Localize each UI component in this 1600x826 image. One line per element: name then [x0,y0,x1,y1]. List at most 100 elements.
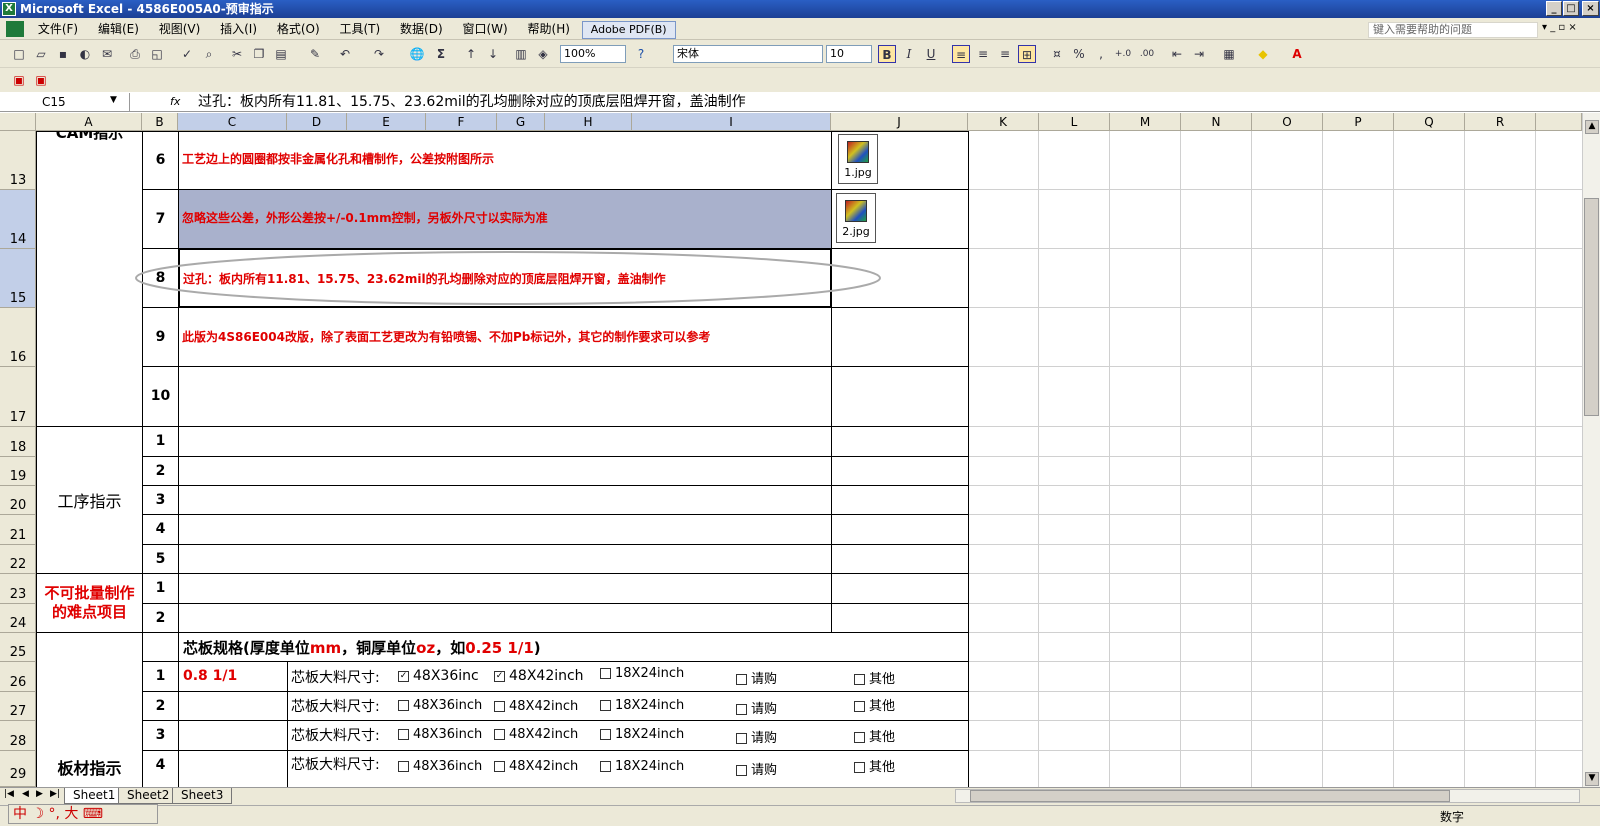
option-other[interactable]: 其他 [854,726,895,745]
worksheet-grid[interactable]: A B C D E F G H I J K L M N O P Q R 13 1… [0,113,1582,787]
process-note-cell[interactable] [831,456,969,486]
row-header[interactable]: 14 [0,190,36,249]
row-header[interactable]: 19 [0,457,36,486]
col-header-o[interactable]: O [1252,113,1323,131]
checkbox-icon[interactable] [398,729,409,740]
col-header-n[interactable]: N [1181,113,1252,131]
option-purchase[interactable]: 请购 [736,668,777,687]
increase-indent-icon[interactable]: ⇥ [1190,45,1208,63]
pdf-convert-icon[interactable]: ▣ [10,71,28,89]
menu-insert[interactable]: 插入(I) [212,18,265,40]
option-purchase[interactable]: 请购 [736,759,777,778]
difficult-note-cell[interactable] [831,573,969,604]
option-48x36[interactable]: ✓ 48X36inc [398,668,479,684]
menu-tools[interactable]: 工具(T) [332,18,389,40]
board-header-number-cell[interactable] [142,632,179,662]
section-difficult[interactable]: 不可批量制作的难点项目 [36,573,143,633]
difficult-item-cell[interactable] [178,603,832,633]
chevron-down-icon[interactable]: ▼ [110,95,117,105]
row-header[interactable]: 18 [0,427,36,457]
cam-item-text[interactable]: 工艺边上的圆圈都按非金属化孔和槽制作，公差按附图所示 [178,131,832,190]
option-48x42[interactable]: 48X42inch [494,727,578,742]
underline-button[interactable]: U [922,45,940,63]
checkbox-icon[interactable] [736,733,747,744]
col-header-k[interactable]: K [968,113,1039,131]
board-spec-cell[interactable] [178,691,288,721]
section-board[interactable]: 板材指示 [36,632,143,787]
col-header-e[interactable]: E [347,113,426,131]
chart-wizard-icon[interactable]: ▥ [512,45,530,63]
board-spec-cell[interactable] [178,720,288,751]
row-header[interactable]: 17 [0,367,36,427]
decrease-decimal-icon[interactable]: .00 [1138,45,1156,63]
checkbox-icon[interactable] [600,729,611,740]
row-header[interactable]: 20 [0,486,36,515]
checkbox-icon[interactable] [854,762,865,773]
checkbox-icon[interactable] [736,765,747,776]
item-number[interactable]: 10 [142,366,179,427]
row-header[interactable]: 22 [0,545,36,574]
ime-toolbar[interactable]: 中 ☽ °, 大 ⌨ [8,804,158,824]
option-48x42[interactable]: 48X42inch [494,759,578,774]
board-size-row[interactable]: 芯板大料尺寸: 48X36inch 48X42inch 18X24inch 请购… [287,691,969,721]
decrease-indent-icon[interactable]: ⇤ [1168,45,1186,63]
board-spec-cell[interactable]: 0.8 1/1 [178,661,288,692]
checkbox-icon[interactable] [736,674,747,685]
col-header-j[interactable]: J [831,113,968,131]
fill-color-icon[interactable]: ◆ [1254,45,1272,63]
col-header-f[interactable]: F [426,113,497,131]
item-number[interactable]: 6 [142,131,179,190]
hyperlink-icon[interactable]: 🌐 [408,45,426,63]
help-icon[interactable]: ? [632,45,650,63]
fx-icon[interactable]: fx [170,93,190,111]
spelling-icon[interactable]: ✓ [178,45,196,63]
menu-data[interactable]: 数据(D) [392,18,451,40]
col-header-c[interactable]: C [178,113,287,131]
process-item-cell[interactable] [178,514,832,545]
font-size-select[interactable]: 10 [826,45,872,63]
comma-button[interactable]: , [1092,45,1110,63]
row-header[interactable]: 28 [0,721,36,751]
row-header[interactable]: 16 [0,308,36,367]
process-item-cell[interactable] [178,456,832,486]
checkbox-icon[interactable] [398,700,409,711]
option-purchase[interactable]: 请购 [736,698,777,717]
difficult-item-cell[interactable] [178,573,832,604]
file-attachment-icon[interactable]: 1.jpg [838,134,878,184]
percent-button[interactable]: % [1070,45,1088,63]
col-header-d[interactable]: D [287,113,347,131]
font-name-select[interactable]: 宋体 [673,45,823,63]
item-number[interactable]: 2 [142,691,179,721]
col-header-m[interactable]: M [1110,113,1181,131]
font-color-icon[interactable]: A [1288,45,1306,63]
checkbox-icon[interactable] [736,704,747,715]
cut-icon[interactable]: ✂ [228,45,246,63]
scroll-down-icon[interactable]: ▼ [1585,772,1599,786]
option-18x24[interactable]: 18X24inch [600,759,684,774]
item-number[interactable]: 3 [142,485,179,515]
help-search-input[interactable]: 键入需要帮助的问题 [1368,22,1538,38]
open-icon[interactable]: ▱ [32,45,50,63]
sort-asc-icon[interactable]: ↑ [462,45,480,63]
option-18x24[interactable]: 18X24inch [600,698,684,713]
autosum-icon[interactable]: Σ [432,45,450,63]
tab-nav-last-icon[interactable]: ▶| [50,789,60,799]
row-header[interactable]: 21 [0,515,36,545]
row-header[interactable]: 13 [0,131,36,190]
row-header[interactable]: 27 [0,692,36,721]
undo-icon[interactable]: ↶ [336,45,354,63]
borders-icon[interactable]: ▦ [1220,45,1238,63]
tab-sheet1[interactable]: Sheet1 [64,788,125,804]
process-item-cell[interactable] [178,485,832,515]
board-size-row[interactable]: 芯板大料尺寸: ✓ 48X36inc ✓ 48X42inch 18X24inch 请… [287,661,969,692]
tab-nav-first-icon[interactable]: |◀ [4,789,14,799]
checkbox-icon[interactable] [854,701,865,712]
formula-input[interactable]: 过孔：板内所有11.81、15.75、23.62mil的孔均删除对应的顶底层阻焊… [198,93,746,111]
doc-window-controls[interactable]: ▾ _ ▫ × [1542,22,1577,33]
col-header-q[interactable]: Q [1394,113,1465,131]
vertical-scroll-thumb[interactable] [1584,198,1599,416]
option-18x24[interactable]: 18X24inch [600,666,684,681]
currency-icon[interactable]: ¤ [1048,45,1066,63]
option-48x36[interactable]: 48X36inch [398,698,482,713]
option-48x42[interactable]: ✓ 48X42inch [494,668,584,684]
